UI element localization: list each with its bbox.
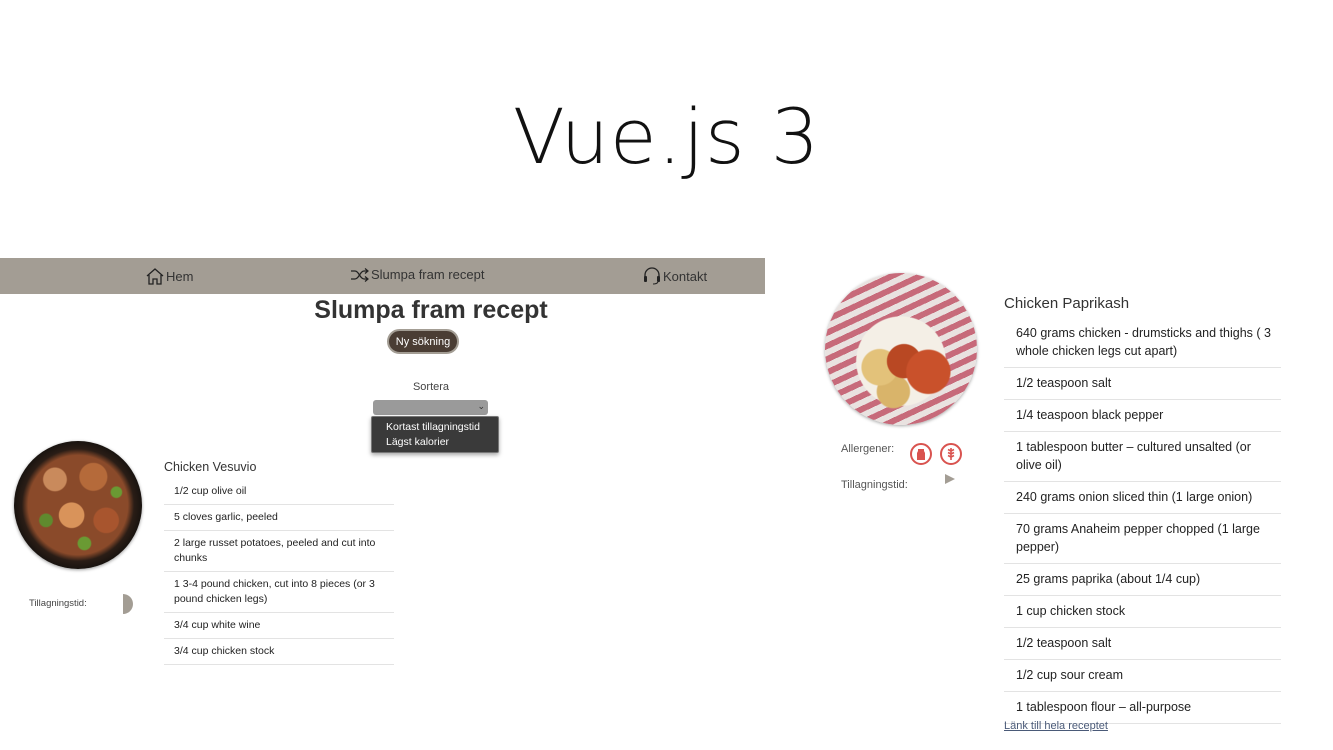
left-app-screenshot: Hem Slumpa fram recept Kontakt Slumpa fr… [0,258,765,698]
nav-contact-label: Kontakt [663,268,708,284]
page-heading: Slumpa fram recept [314,296,548,324]
ingredient-item: 640 grams chicken - drumsticks and thigh… [1004,318,1281,368]
ingredient-item: 1/4 teaspoon black pepper [1004,400,1281,432]
recipe-photo [825,273,977,425]
nav-home[interactable]: Hem [145,267,193,285]
ingredient-list: 1/2 cup olive oil 5 cloves garlic, peele… [164,479,394,665]
recipe-title: Chicken Paprikash [1004,295,1130,312]
ingredient-item: 1/2 cup olive oil [164,479,394,505]
milk-allergen-icon [910,443,932,465]
cook-time-indicator [113,594,133,614]
home-icon [146,268,164,285]
nav-home-label: Hem [166,268,194,284]
ingredient-item: 3/4 cup chicken stock [164,639,394,665]
ingredient-item: 2 large russet potatoes, peeled and cut … [164,531,394,572]
nav-random[interactable]: Slumpa fram recept [350,267,484,282]
allergens-label: Allergener: [841,443,895,455]
ingredient-list: 640 grams chicken - drumsticks and thigh… [1004,318,1281,724]
headset-icon [644,267,660,285]
ingredient-item: 70 grams Anaheim pepper chopped (1 large… [1004,514,1281,564]
sort-label: Sortera [412,381,450,393]
cook-time-label: Tillagningstid: [841,479,908,491]
ingredient-item: 25 grams paprika (about 1/4 cup) [1004,564,1281,596]
full-recipe-link[interactable]: Länk till hela receptet [1004,720,1108,732]
ingredient-item: 1/2 teaspoon salt [1004,628,1281,660]
nav-contact[interactable]: Kontakt [642,267,707,285]
new-search-button[interactable]: Ny sökning [387,329,459,354]
sort-dropdown: Kortast tillagningstid Lägst kalorier [371,416,499,453]
ingredient-item: 1 tablespoon butter – cultured unsalted … [1004,432,1281,482]
slide-title: Vue.js 3 [512,92,821,181]
ingredient-item: 1/2 teaspoon salt [1004,368,1281,400]
chevron-down-icon: ⌄ [477,401,485,411]
ingredient-item: 1/2 cup sour cream [1004,660,1281,692]
recipe-title: Chicken Vesuvio [164,460,257,474]
recipe-photo [14,441,142,569]
recipe-card: Chicken Vesuvio 1/2 cup olive oil 5 clov… [164,460,394,665]
recipe-card: Chicken Paprikash 640 grams chicken - dr… [1004,295,1281,724]
wheat-allergen-icon [940,443,962,465]
ingredient-item: 240 grams onion sliced thin (1 large oni… [1004,482,1281,514]
sort-option[interactable]: Kortast tillagningstid [386,420,498,435]
ingredient-item: 1 3-4 pound chicken, cut into 8 pieces (… [164,572,394,613]
ingredient-item: 3/4 cup white wine [164,613,394,639]
ingredient-item: 5 cloves garlic, peeled [164,505,394,531]
right-app-screenshot: Allergener: Tillagningstid: Chicken Papr… [765,258,1325,748]
navbar: Hem Slumpa fram recept Kontakt [0,258,765,294]
ingredient-item: 1 cup chicken stock [1004,596,1281,628]
sort-select[interactable]: ⌄ [373,400,488,415]
sort-option[interactable]: Lägst kalorier [386,435,498,450]
shuffle-icon [351,267,369,282]
cook-time-indicator [945,474,955,484]
nav-random-label: Slumpa fram recept [371,267,485,282]
cook-time-label: Tillagningstid: [29,598,87,609]
